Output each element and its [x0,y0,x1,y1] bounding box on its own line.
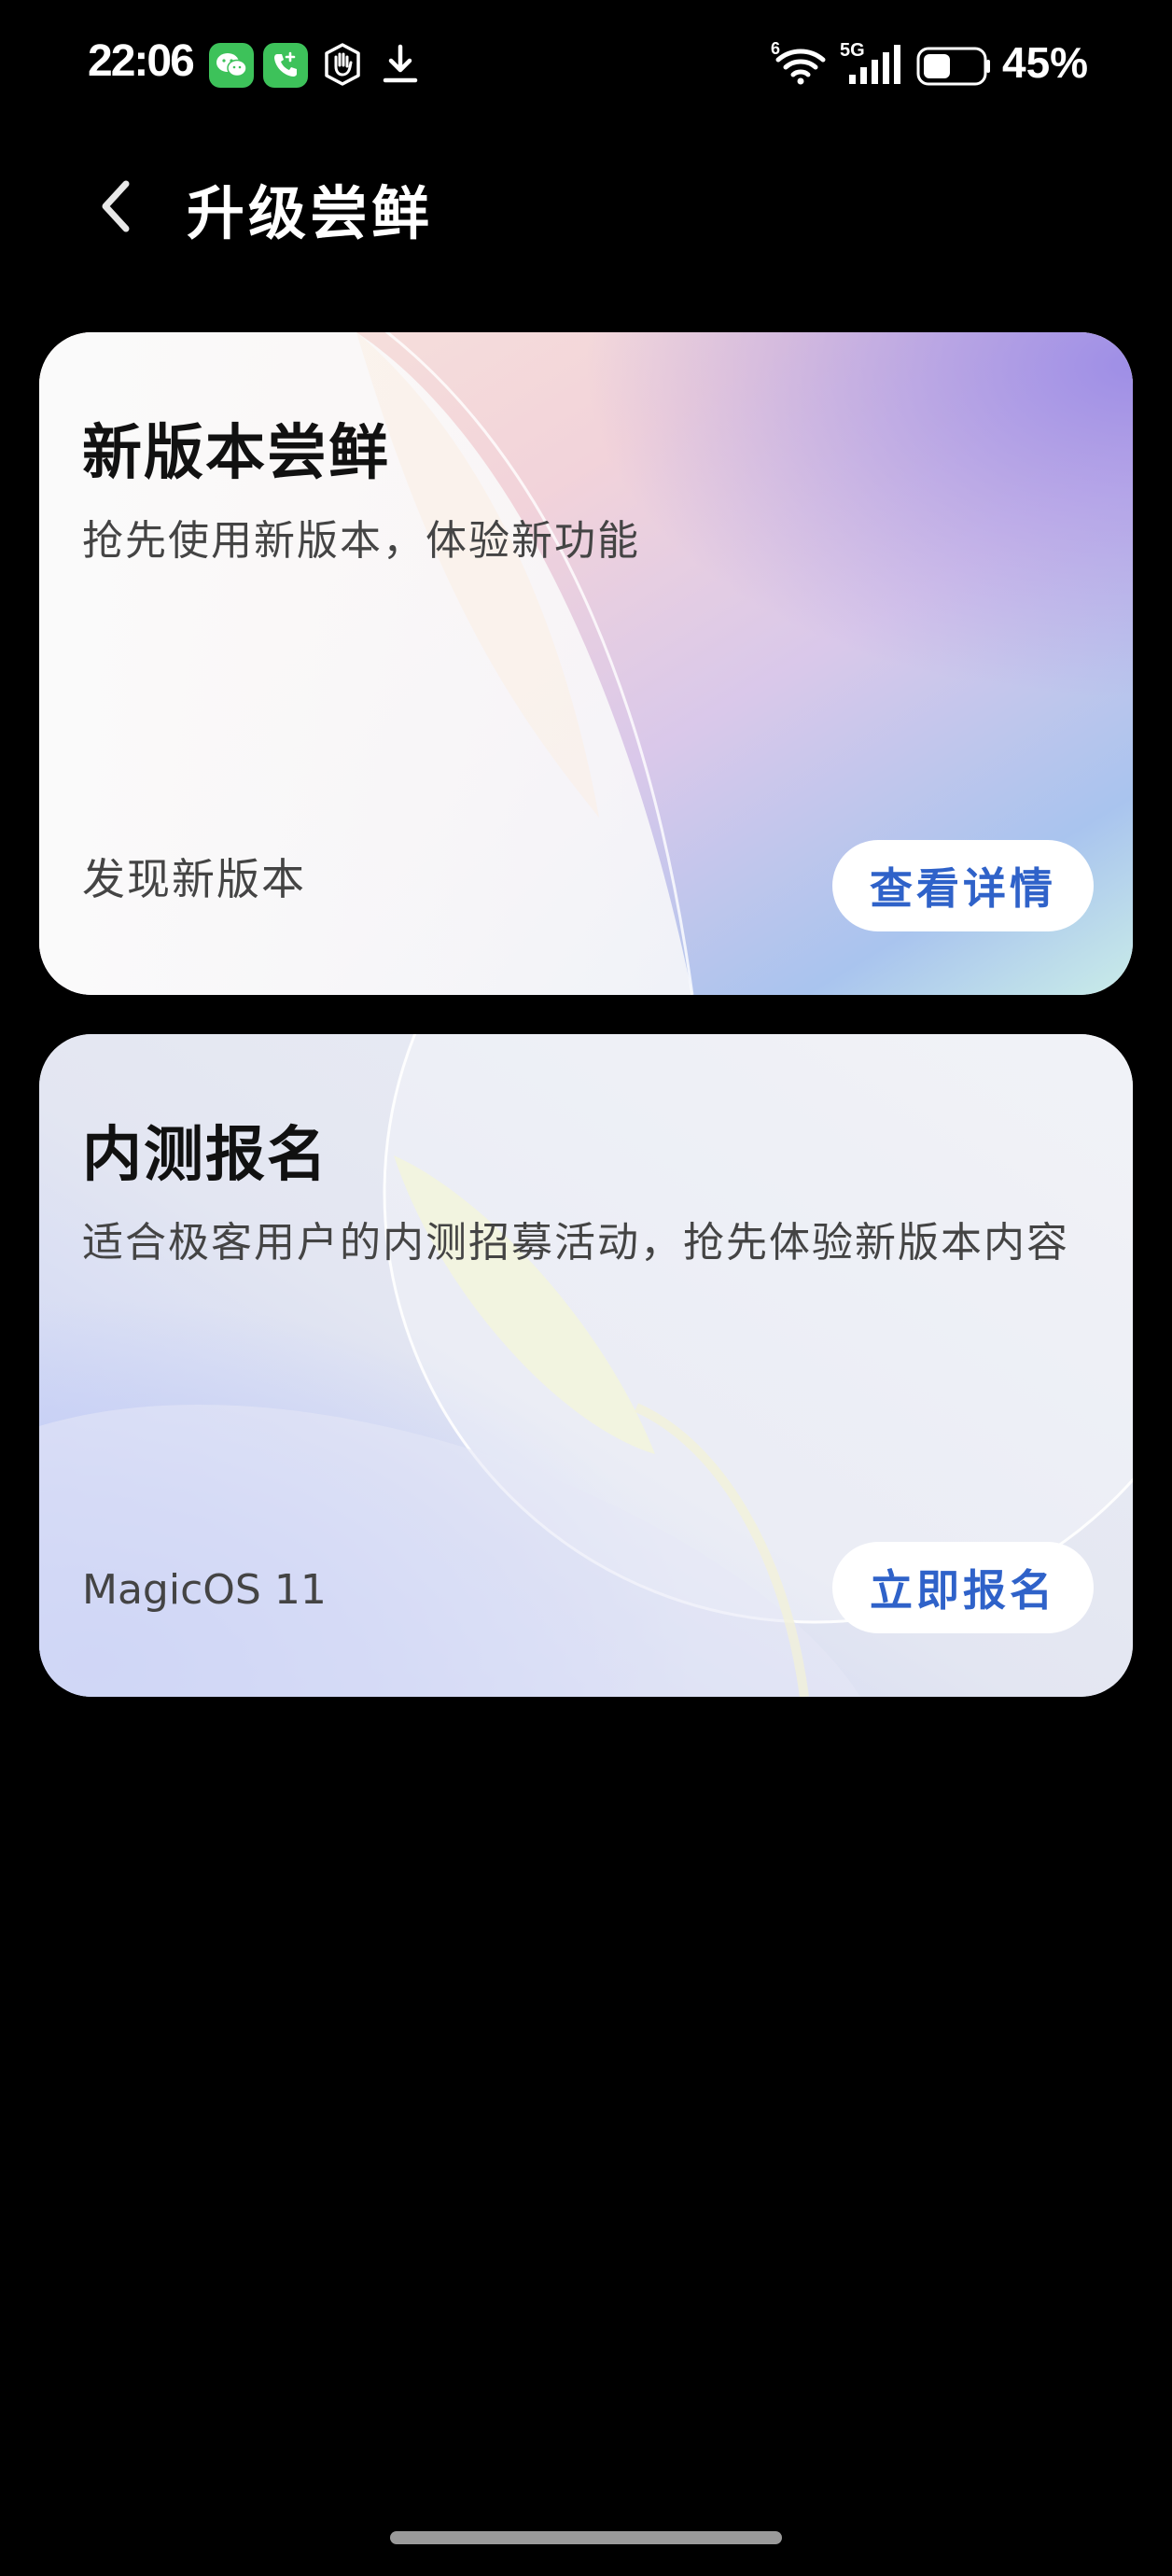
status-time: 22:06 [88,36,195,86]
os-version-text: MagicOS 11 [82,1566,327,1614]
network-label: 5G [840,40,865,61]
screen: 22:06 6 5G 45% 升级尝鲜 新版本尝鲜 抢先使用新版本，体验新功能 … [0,0,1172,2576]
download-icon [377,41,424,88]
home-indicator[interactable] [390,2531,782,2544]
battery-icon [916,47,991,86]
hand-icon [319,41,366,88]
beta-preview-card[interactable]: 新版本尝鲜 抢先使用新版本，体验新功能 发现新版本 查看详情 [39,332,1133,995]
signal-icon: 5G [840,39,903,88]
signup-button[interactable]: 立即报名 [832,1542,1094,1633]
beta-signup-card[interactable]: 内测报名 适合极客用户的内测招募活动，抢先体验新版本内容 MagicOS 11 … [39,1034,1133,1697]
card-title: 新版本尝鲜 [82,418,390,488]
wifi-icon: 6 [771,39,830,88]
wechat-icon [209,43,254,88]
card-footer-text: 发现新版本 [82,854,306,904]
wifi-label: 6 [771,39,780,58]
card-title: 内测报名 [82,1120,328,1190]
page-title: 升级尝鲜 [187,179,434,247]
phone-call-icon [263,43,308,88]
battery-percent: 45% [1002,38,1089,87]
chevron-left-icon [102,180,130,232]
card-description: 适合极客用户的内测招募活动，抢先体验新版本内容 [82,1219,1069,1267]
card-description: 抢先使用新版本，体验新功能 [82,517,640,565]
status-bar: 22:06 6 5G 45% [0,0,1172,131]
back-button[interactable] [82,164,147,248]
view-details-button[interactable]: 查看详情 [832,840,1094,931]
